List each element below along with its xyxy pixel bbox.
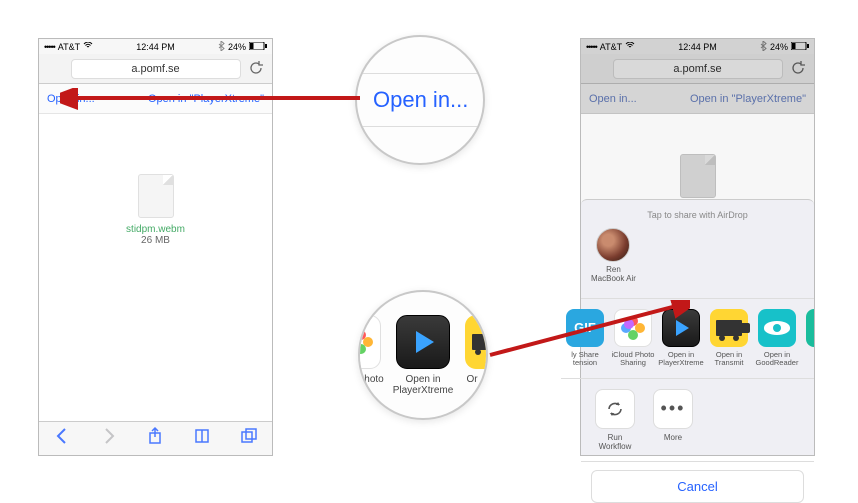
tabs-icon[interactable] [239,426,259,451]
file-icon [680,154,716,198]
open-in-bar: Open in... Open in "PlayerXtreme" [39,84,272,114]
battery-icon [791,42,809,52]
file-preview: stidpm.webm 26 MB [39,174,272,246]
file-name: stidpm.webm [39,224,272,235]
airdrop-name: Ren [591,265,636,274]
mag-left-item: hoto [359,315,389,385]
airdrop-person[interactable]: Ren MacBook Air [591,228,636,283]
magnifier-playerxtreme: hoto Open in PlayerXtreme Or [358,290,488,420]
signal-dots-icon: ••••• [586,42,597,52]
bluetooth-icon [760,41,767,53]
url-bar: a.pomf.se [39,54,272,84]
open-in-link[interactable]: Open in... [47,93,95,105]
open-in-app-link[interactable]: Open in "PlayerXtreme" [148,93,264,105]
share-action-1[interactable]: •••More [649,389,697,451]
status-bar: ••••• AT&T 12:44 PM 24% [39,39,272,54]
time-label: 12:44 PM [678,42,717,52]
dimmed-background: ••••• AT&T 12:44 PM 24% a.pomf.se Open i… [581,39,814,226]
forward-icon[interactable] [99,426,119,451]
refresh-icon[interactable] [790,60,806,76]
share-app-5[interactable]: C [801,309,814,368]
wifi-icon [625,42,635,52]
open-in-link[interactable]: Open in... [589,93,637,105]
share-app-0[interactable]: GIFly Sharetension [561,309,609,368]
refresh-icon[interactable] [248,60,264,76]
share-action-0[interactable]: RunWorkflow [591,389,639,451]
bluetooth-icon [218,41,225,53]
phone-safari: ••••• AT&T 12:44 PM 24% a.pomf.se Open i… [38,38,273,456]
bookmarks-icon[interactable] [192,426,212,451]
file-size: 26 MB [39,235,272,246]
status-bar: ••••• AT&T 12:44 PM 24% [581,39,814,54]
avatar-icon [596,228,630,262]
safari-toolbar [39,421,272,455]
signal-dots-icon: ••••• [44,42,55,52]
time-label: 12:44 PM [136,42,175,52]
share-app-4[interactable]: Open inGoodReader [753,309,801,368]
magnifier-open-in: Open in... [355,35,485,165]
carrier-label: AT&T [600,42,622,52]
back-icon[interactable] [52,426,72,451]
mag-center-item: Open in PlayerXtreme [389,315,457,396]
share-apps-row[interactable]: GIFly SharetensioniCloud PhotoSharingOpe… [561,299,814,379]
cancel-button[interactable]: Cancel [591,470,804,503]
mag-right-item: Or [457,315,487,385]
mag-open-in-text: Open in... [373,87,468,113]
airdrop-title: Tap to share with AirDrop [581,206,814,228]
file-icon [138,174,174,218]
wifi-icon [83,42,93,52]
share-app-3[interactable]: Open inTransmit [705,309,753,368]
battery-label: 24% [770,42,788,52]
battery-icon [249,42,267,52]
open-in-app-link[interactable]: Open in "PlayerXtreme" [690,93,806,105]
share-icon[interactable] [145,426,165,451]
phone-share-sheet: ••••• AT&T 12:44 PM 24% a.pomf.se Open i… [580,38,815,456]
url-field[interactable]: a.pomf.se [71,59,241,79]
carrier-label: AT&T [58,42,80,52]
open-in-bar: Open in... Open in "PlayerXtreme" [581,84,814,114]
share-app-2[interactable]: Open inPlayerXtreme [657,309,705,368]
battery-label: 24% [228,42,246,52]
url-field[interactable]: a.pomf.se [613,59,783,79]
url-bar: a.pomf.se [581,54,814,84]
share-app-1[interactable]: iCloud PhotoSharing [609,309,657,368]
share-sheet: Tap to share with AirDrop Ren MacBook Ai… [581,199,814,455]
airdrop-row: Ren MacBook Air [581,228,814,299]
share-actions-row[interactable]: RunWorkflow•••More [581,379,814,462]
airdrop-device: MacBook Air [591,274,636,283]
